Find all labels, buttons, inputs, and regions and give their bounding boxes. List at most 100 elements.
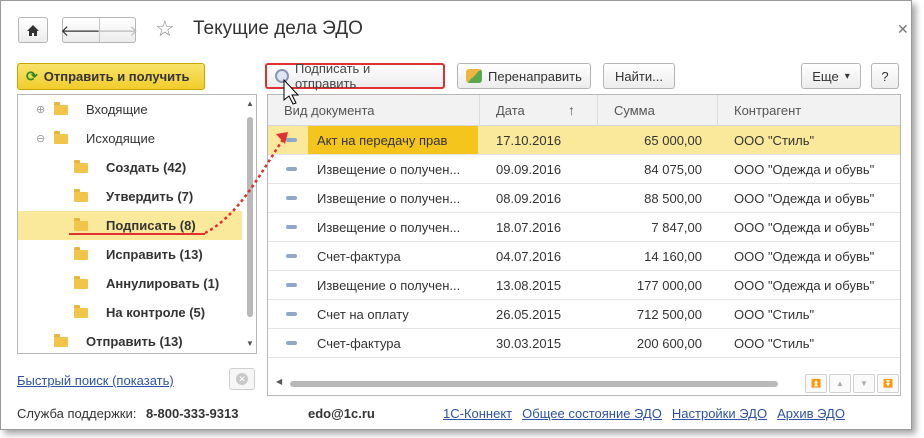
back-button[interactable]: 🡐 <box>60 18 101 42</box>
document-icon <box>286 329 300 357</box>
column-header-counterparty[interactable]: Контрагент <box>718 95 900 126</box>
table-row[interactable]: Извещение о получен... 08.09.2016 88 500… <box>268 184 900 213</box>
cell-doc-type: Извещение о получен... <box>317 190 461 206</box>
forward-button[interactable]: 🡒 <box>97 18 139 42</box>
sign-and-send-button[interactable]: Подписать и отправить <box>265 61 445 91</box>
tree-item-fix[interactable]: Исправить (13) <box>18 240 242 269</box>
folder-icon <box>74 189 88 202</box>
tree-item-label: Исправить (13) <box>106 247 203 262</box>
table-row[interactable]: Извещение о получен... 13.08.2015 177 00… <box>268 271 900 300</box>
table-row[interactable]: Счет-фактура 04.07.2016 14 160,00 ООО "О… <box>268 242 900 271</box>
arrow-left-icon: 🡐 <box>60 22 101 40</box>
tree-item-control[interactable]: На контроле (5) <box>18 298 242 327</box>
tree-item-label: Подписать (8) <box>106 218 196 233</box>
navigation-group: 🡐 🡒 <box>60 17 139 43</box>
tree-item-send[interactable]: Отправить (13) <box>18 327 242 353</box>
tree-item-label: Исходящие <box>86 131 155 146</box>
table-header: Вид документа Дата ↑ Сумма Контрагент <box>268 95 900 126</box>
cell-sum: 84 075,00 <box>644 161 702 177</box>
scroll-down-icon[interactable]: ▼ <box>246 339 254 348</box>
table-row[interactable]: Извещение о получен... 09.09.2016 84 075… <box>268 155 900 184</box>
scroll-up-icon[interactable]: ▲ <box>246 99 254 108</box>
link-edo-settings[interactable]: Настройки ЭДО <box>672 406 767 421</box>
column-header-date[interactable]: Дата <box>480 95 598 126</box>
tree-item-label: Утвердить (7) <box>106 189 194 204</box>
cell-sum: 177 000,00 <box>636 277 702 293</box>
link-edo-status[interactable]: Общее состояние ЭДО <box>522 406 662 421</box>
find-label: Найти... <box>615 68 663 84</box>
page-first-button[interactable]: ⏫ <box>805 374 827 393</box>
link-1c-connect[interactable]: 1С-Коннект <box>443 406 512 421</box>
chevron-down-icon: ▾ <box>844 70 850 82</box>
close-icon[interactable]: ✕ <box>897 21 909 38</box>
redirect-label: Перенаправить <box>488 68 582 84</box>
cell-counterparty: ООО "Одежда и обувь" <box>734 277 875 293</box>
folder-icon <box>74 276 88 289</box>
cell-date: 18.07.2016 <box>496 219 562 235</box>
find-button[interactable]: Найти... <box>603 63 675 89</box>
cell-doc-type: Счет-фактура <box>317 335 401 351</box>
tree-item-outgoing[interactable]: ⊖ Исходящие <box>18 124 242 153</box>
folder-tree: ⊕ Входящие ⊖ Исходящие Создать (42) Утве… <box>17 94 257 354</box>
cell-doc-type: Счет-фактура <box>317 248 401 264</box>
tree-item-incoming[interactable]: ⊕ Входящие <box>18 95 242 124</box>
page-up-button[interactable]: ▲ <box>829 374 851 393</box>
send-receive-button[interactable]: ⟳ Отправить и получить <box>17 63 205 90</box>
tree-scrollbar[interactable]: ▲ ▼ <box>244 95 256 353</box>
documents-table: Вид документа Дата ↑ Сумма Контрагент Ак… <box>267 94 901 396</box>
document-icon <box>286 184 300 212</box>
cell-doc-type: Извещение о получен... <box>317 161 461 177</box>
scroll-left-icon[interactable]: ◀ <box>276 377 282 386</box>
more-button[interactable]: Еще ▾ <box>801 63 861 89</box>
tree-item-label: Отправить (13) <box>86 334 183 349</box>
home-button[interactable] <box>18 17 48 43</box>
folder-icon <box>74 305 88 318</box>
cell-date: 26.05.2015 <box>496 306 562 322</box>
page-last-button[interactable]: ⏬ <box>877 374 899 393</box>
cell-sum: 14 160,00 <box>644 248 702 264</box>
table-row[interactable]: Акт на передачу прав 17.10.2016 65 000,0… <box>268 126 900 155</box>
tree-item-sign[interactable]: Подписать (8) <box>18 211 242 240</box>
sign-and-send-label: Подписать и отправить <box>294 61 371 91</box>
cell-counterparty: ООО "Стиль" <box>734 335 815 351</box>
collapse-icon[interactable]: ⊖ <box>36 132 46 145</box>
table-row[interactable]: Счет на оплату 26.05.2015 712 500,00 ООО… <box>268 300 900 329</box>
support-info: Служба поддержки: 8-800-333-9313 <box>17 406 238 421</box>
footer-links: 1С-Коннект Общее состояние ЭДО Настройки… <box>443 406 845 421</box>
cell-counterparty: ООО "Одежда и обувь" <box>734 190 875 206</box>
redirect-icon <box>466 69 482 83</box>
document-icon <box>286 126 300 154</box>
cell-counterparty: ООО "Одежда и обувь" <box>734 161 875 177</box>
star-icon[interactable]: ☆ <box>155 16 175 42</box>
edo-window: 🡐 🡒 ☆ Текущие дела ЭДО ✕ ⟳ Отправить и п… <box>0 0 912 430</box>
scroll-thumb[interactable] <box>247 117 253 317</box>
expand-icon[interactable]: ⊕ <box>36 103 46 116</box>
tree-item-label: На контроле (5) <box>106 305 206 320</box>
quick-search-link[interactable]: Быстрый поиск (показать) <box>17 373 174 388</box>
cell-counterparty: ООО "Стиль" <box>734 306 815 322</box>
tree-item-annul[interactable]: Аннулировать (1) <box>18 269 242 298</box>
title-bar: 🡐 🡒 ☆ Текущие дела ЭДО ✕ <box>1 1 911 57</box>
folder-icon <box>74 160 88 173</box>
cell-date: 30.03.2015 <box>496 335 562 351</box>
tree-item-create[interactable]: Создать (42) <box>18 153 242 182</box>
document-icon <box>286 242 300 270</box>
quick-search-clear-button[interactable]: ✕ <box>229 368 255 390</box>
cell-date: 13.08.2015 <box>496 277 562 293</box>
tree-item-approve[interactable]: Утвердить (7) <box>18 182 242 211</box>
page-down-button[interactable]: ▼ <box>853 374 875 393</box>
page-title: Текущие дела ЭДО <box>193 18 363 39</box>
column-header-sum[interactable]: Сумма <box>598 95 718 126</box>
arrow-right-icon: 🡒 <box>97 22 139 40</box>
link-edo-archive[interactable]: Архив ЭДО <box>777 406 845 421</box>
scroll-thumb[interactable] <box>290 381 778 387</box>
table-row[interactable]: Извещение о получен... 18.07.2016 7 847,… <box>268 213 900 242</box>
support-label: Служба поддержки: <box>17 406 137 421</box>
column-header-doc-type[interactable]: Вид документа <box>268 95 480 126</box>
support-phone: 8-800-333-9313 <box>145 406 239 421</box>
cell-doc-type: Акт на передачу прав <box>308 126 478 154</box>
folder-icon <box>54 102 68 115</box>
table-row[interactable]: Счет-фактура 30.03.2015 200 600,00 ООО "… <box>268 329 900 358</box>
redirect-button[interactable]: Перенаправить <box>457 63 591 89</box>
help-button[interactable]: ? <box>871 63 899 89</box>
